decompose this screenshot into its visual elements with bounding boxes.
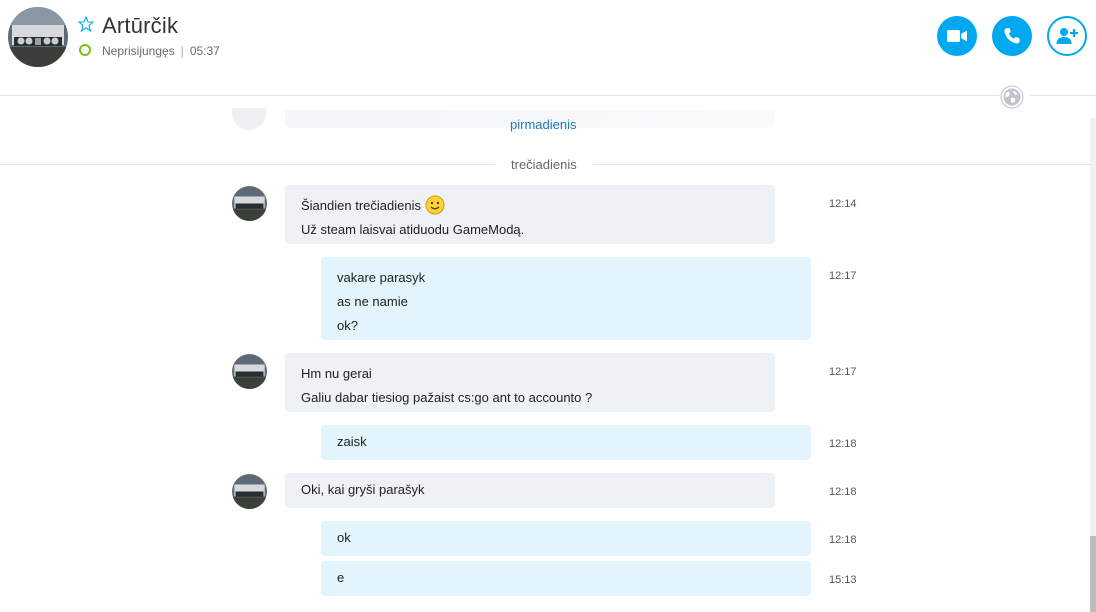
message-line: vakare parasyk — [337, 270, 426, 285]
message-bubble-outgoing[interactable]: vakare parasyk as ne namie ok? — [321, 257, 811, 340]
contact-local-time: 05:37 — [189, 44, 220, 58]
message-timestamp: 12:17 — [829, 270, 857, 282]
smiley-emoji-icon — [425, 195, 445, 215]
presence-status-icon — [79, 44, 91, 56]
contact-name[interactable]: Artūrčik — [102, 13, 178, 39]
message-timestamp: 12:18 — [829, 438, 857, 450]
message-timestamp: 15:13 — [829, 574, 857, 586]
message-avatar[interactable] — [232, 474, 267, 509]
audio-call-button[interactable] — [992, 16, 1032, 56]
audio-call-icon — [1004, 28, 1020, 44]
message-line: as ne namie — [337, 294, 408, 309]
scrollbar-thumb[interactable] — [1090, 536, 1096, 612]
message-line: Hm nu gerai — [301, 366, 372, 381]
message-line: ok? — [337, 318, 358, 333]
message-line: ok — [337, 530, 351, 545]
video-call-button[interactable] — [937, 16, 977, 56]
message-line: Galiu dabar tiesiog pažaist cs:go ant to… — [301, 390, 593, 405]
contact-avatar[interactable] — [8, 7, 68, 67]
message-avatar[interactable] — [232, 186, 267, 221]
message-bubble-incoming[interactable]: Šiandien trečiadienis Už steam laisvai a… — [285, 185, 775, 244]
message-timestamp: 12:17 — [829, 366, 857, 378]
message-bubble-incoming[interactable]: Hm nu gerai Galiu dabar tiesiog pažaist … — [285, 353, 775, 412]
message-timestamp: 12:18 — [829, 486, 857, 498]
message-text: Šiandien trečiadienis — [301, 198, 421, 213]
message-line: Šiandien trečiadienis — [301, 194, 759, 218]
message-bubble-incoming[interactable]: Oki, kai gryši parašyk — [285, 473, 775, 508]
globe-icon[interactable] — [1000, 85, 1024, 109]
message-bubble-outgoing[interactable]: ok — [321, 521, 811, 556]
header-divider-right — [1030, 95, 1096, 96]
status-separator: | — [180, 44, 184, 58]
message-line: Už steam laisvai atiduodu GameModą. — [301, 222, 525, 237]
add-participant-button[interactable] — [1047, 16, 1087, 56]
message-line: Oki, kai gryši parašyk — [301, 482, 425, 497]
message-timestamp: 12:14 — [829, 198, 857, 210]
message-avatar[interactable] — [232, 354, 267, 389]
header-divider — [0, 95, 1000, 96]
message-line: e — [337, 570, 345, 585]
load-previous-day-link[interactable]: pirmadienis — [510, 117, 576, 132]
previous-message-avatar — [232, 108, 266, 130]
conversation-header: Artūrčik Neprisijungęs | 05:37 — [0, 0, 1096, 109]
favorite-star-icon[interactable] — [77, 15, 95, 33]
add-contact-icon — [1056, 28, 1078, 44]
status-label: Neprisijungęs — [102, 44, 175, 58]
message-timestamp: 12:18 — [829, 534, 857, 546]
message-line: zaisk — [337, 434, 367, 449]
presence-status: Neprisijungęs | 05:37 — [102, 44, 220, 58]
message-bubble-outgoing[interactable]: e — [321, 561, 811, 596]
video-call-icon — [947, 30, 967, 42]
day-separator-label: trečiadienis — [495, 157, 593, 172]
message-bubble-outgoing[interactable]: zaisk — [321, 425, 811, 460]
